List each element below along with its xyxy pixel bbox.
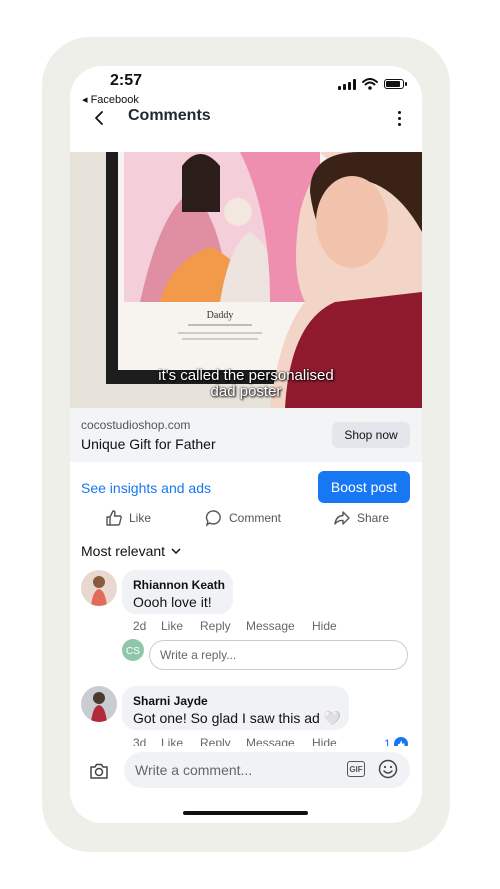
video-caption-line-1: it's called the personalised (158, 367, 334, 384)
comment-like-link[interactable]: Like (161, 619, 183, 633)
sort-dropdown[interactable]: Most relevant (81, 543, 181, 559)
comment-message-link[interactable]: Message (246, 619, 295, 633)
ad-video[interactable]: Daddy it's called the personalised dad p… (70, 152, 422, 408)
svg-text:CS: CS (126, 646, 140, 657)
video-caption-line-2: dad poster (210, 383, 282, 400)
thumbs-up-icon (106, 510, 122, 526)
link-headline: Unique Gift for Father (81, 436, 216, 452)
comment-author[interactable]: Rhiannon Keath (133, 578, 225, 592)
gif-icon[interactable]: GIF (347, 761, 365, 777)
home-indicator (183, 811, 308, 815)
shop-now-button[interactable]: Shop now (332, 422, 410, 448)
sort-label: Most relevant (81, 543, 166, 559)
see-insights-link[interactable]: See insights and ads (81, 480, 211, 496)
comment-bubble-icon (205, 510, 221, 527)
comment-text: Got one! So glad I saw this ad 🤍 (133, 710, 342, 726)
comment-reply-link[interactable]: Reply (200, 619, 231, 633)
like-label: Like (129, 511, 152, 525)
avatar[interactable] (81, 686, 117, 722)
back-arrow-icon[interactable] (88, 106, 112, 130)
share-label: Share (357, 511, 390, 525)
avatar[interactable] (81, 570, 117, 606)
reply-avatar: CS (122, 639, 144, 666)
comment-label: Comment (229, 511, 282, 525)
reply-input[interactable]: Write a reply... (149, 640, 408, 670)
phone-screen: 2:57 ◂ Facebook Comments Daddy it's call… (70, 66, 422, 823)
status-icons (338, 78, 407, 90)
status-time: 2:57 (110, 72, 143, 89)
like-action[interactable]: Like (105, 509, 151, 527)
comment-text: Oooh love it! (133, 594, 212, 610)
comment-input[interactable]: Write a comment... (124, 752, 410, 788)
chevron-down-icon (171, 548, 181, 555)
wifi-icon (362, 78, 378, 90)
more-options-icon[interactable] (394, 108, 404, 128)
link-preview[interactable]: cocostudioshop.com Unique Gift for Fathe… (70, 408, 422, 462)
comment-age: 2d (133, 619, 147, 633)
share-action[interactable]: Share (333, 509, 389, 527)
page-title: Comments (128, 107, 211, 124)
top-bar: Comments (70, 104, 422, 132)
battery-icon (384, 79, 407, 89)
share-arrow-icon (334, 511, 350, 525)
boost-post-button[interactable]: Boost post (318, 471, 410, 503)
camera-icon[interactable] (88, 760, 110, 782)
comment-bubble: Sharni Jayde Got one! So glad I saw this… (122, 686, 349, 730)
link-domain: cocostudioshop.com (81, 418, 191, 432)
emoji-icon[interactable] (378, 759, 398, 779)
comment-bubble: Rhiannon Keath Oooh love it! (122, 570, 233, 614)
poster-title: Daddy (207, 310, 234, 321)
comment-author[interactable]: Sharni Jayde (133, 694, 208, 708)
comment-meta: 2d Like Reply Message Hide (133, 619, 393, 635)
post-actions: Like Comment Share (70, 509, 422, 533)
comment-action[interactable]: Comment (205, 509, 281, 527)
comment-hide-link[interactable]: Hide (312, 619, 337, 633)
signal-icon (338, 78, 356, 90)
